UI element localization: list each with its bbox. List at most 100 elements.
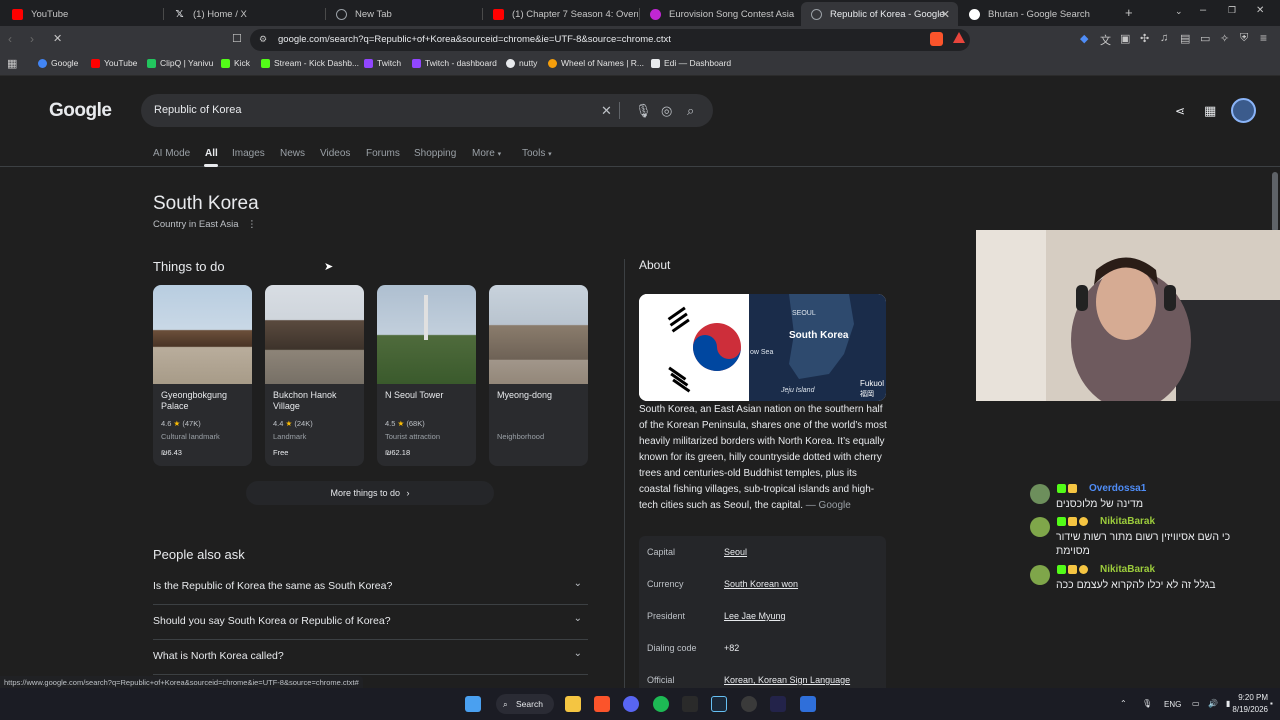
- ai-icon[interactable]: ✧: [1220, 32, 1229, 45]
- tab-news[interactable]: News: [280, 148, 305, 159]
- bookmark-edi-dashboard[interactable]: Edi — Dashboard: [651, 58, 731, 68]
- clear-icon[interactable]: ✕: [601, 103, 612, 119]
- network-icon[interactable]: ▭: [1192, 699, 1200, 708]
- share-icon[interactable]: ⋖: [1175, 104, 1185, 118]
- tab-all[interactable]: All: [205, 148, 218, 159]
- tab-youtube-chapter[interactable]: (1) Chapter 7 Season 4: Override | O: [483, 2, 638, 26]
- bookmark-google[interactable]: Google: [38, 58, 78, 68]
- close-tab-icon[interactable]: ✕: [941, 8, 950, 21]
- apps-icon[interactable]: ▦: [7, 57, 17, 70]
- google-logo[interactable]: Google: [49, 100, 112, 122]
- file-explorer-icon[interactable]: [565, 696, 581, 712]
- fact-value[interactable]: South Korean won: [724, 579, 798, 589]
- bookmark-icon[interactable]: ☐: [232, 32, 242, 45]
- more-things-to-do-button[interactable]: More things to do ›: [246, 481, 494, 505]
- forward-icon[interactable]: ›: [30, 32, 34, 46]
- tab-bhutan[interactable]: Bhutan - Google Search: [959, 2, 1119, 26]
- tab-republic-of-korea[interactable]: Republic of Korea - Google Sea ✕: [801, 2, 958, 26]
- translate-icon[interactable]: 文: [1100, 32, 1111, 48]
- address-bar[interactable]: ⚙ google.com/search?q=Republic+of+Korea&…: [250, 29, 970, 51]
- bookmark-kick[interactable]: Kick: [221, 58, 250, 68]
- more-options-icon[interactable]: ⋮: [247, 219, 257, 230]
- tab-search-icon[interactable]: ⌄: [1175, 6, 1183, 17]
- about-images[interactable]: South Korea SEOUL ow Sea Jeju Island Fuk…: [639, 294, 886, 401]
- taskbar-search[interactable]: ⌕ Search: [496, 694, 554, 714]
- tab-more[interactable]: More ▾: [472, 148, 501, 159]
- star-icon: ★: [397, 419, 405, 428]
- wallet-icon[interactable]: ▭: [1200, 32, 1210, 45]
- bookmark-nutty[interactable]: nutty: [506, 58, 537, 68]
- avatar[interactable]: [1231, 98, 1256, 123]
- sidebar-icon[interactable]: ▤: [1180, 32, 1190, 45]
- tab-tools[interactable]: Tools ▾: [522, 148, 552, 159]
- attraction-card[interactable]: Gyeongbokgung Palace 4.6 ★ (47K) Cultura…: [153, 285, 252, 466]
- bookmark-kick-dashboard[interactable]: Stream - Kick Dashb...: [261, 58, 359, 68]
- bookmark-twitch-dashboard[interactable]: Twitch - dashboard: [412, 58, 497, 68]
- search-icon[interactable]: ⌕: [687, 103, 694, 119]
- tab-images[interactable]: Images: [232, 148, 265, 159]
- restore-icon[interactable]: ❐: [1228, 5, 1236, 16]
- bookmark-youtube[interactable]: YouTube: [91, 58, 137, 68]
- tab-x[interactable]: 𝕏 (1) Home / X: [164, 2, 324, 26]
- review-count: (68K): [406, 419, 425, 428]
- extension-icon[interactable]: ▣: [1120, 32, 1130, 45]
- music-icon[interactable]: ♫: [1160, 32, 1168, 44]
- taskbar-search-label: Search: [516, 699, 543, 709]
- brave-rewards-icon[interactable]: [953, 32, 965, 43]
- search-input[interactable]: Republic of Korea: [154, 104, 241, 116]
- notification-icon[interactable]: ▪: [1270, 699, 1273, 708]
- new-tab-button[interactable]: +: [1125, 5, 1133, 20]
- chat-username: NikitaBarak: [1100, 564, 1156, 575]
- tray-chevron-icon[interactable]: ⌃: [1120, 699, 1127, 708]
- epic-games-icon[interactable]: [682, 696, 698, 712]
- vpn-icon[interactable]: ⛨: [1240, 32, 1248, 45]
- apps-grid-icon[interactable]: ▦: [1204, 103, 1216, 119]
- fact-value[interactable]: Lee Jae Myung: [724, 611, 786, 621]
- fact-value[interactable]: Korean, Korean Sign Language: [724, 675, 850, 685]
- minimize-icon[interactable]: –: [1200, 4, 1206, 16]
- windows-start-icon[interactable]: [465, 696, 481, 712]
- search-box[interactable]: Republic of Korea ✕ 🎙 ◎ ⌕: [141, 94, 713, 127]
- tab-videos[interactable]: Videos: [320, 148, 350, 159]
- paa-question[interactable]: Is the Republic of Korea the same as Sou…: [153, 570, 588, 605]
- attraction-card[interactable]: N Seoul Tower 4.5 ★ (68K) Tourist attrac…: [377, 285, 476, 466]
- close-window-icon[interactable]: ✕: [1256, 5, 1264, 16]
- clock-date[interactable]: 8/19/2026: [1228, 705, 1268, 714]
- tab-ai-mode[interactable]: AI Mode: [153, 148, 190, 159]
- site-info-icon[interactable]: ⚙: [259, 34, 267, 45]
- obs-icon[interactable]: [741, 696, 757, 712]
- brave-shields-icon[interactable]: [930, 32, 943, 46]
- lens-icon[interactable]: ◎: [661, 103, 672, 119]
- paa-question[interactable]: Should you say South Korea or Republic o…: [153, 605, 588, 640]
- tab-youtube[interactable]: YouTube: [2, 2, 162, 26]
- tab-eurovision[interactable]: Eurovision Song Contest Asia: [640, 2, 800, 26]
- fact-value[interactable]: Seoul: [724, 547, 747, 557]
- brave-icon[interactable]: [594, 696, 610, 712]
- back-icon[interactable]: ‹: [8, 32, 12, 46]
- tab-new-tab[interactable]: New Tab: [326, 2, 481, 26]
- puzzle-icon[interactable]: ✣: [1140, 32, 1149, 45]
- app-icon[interactable]: [800, 696, 816, 712]
- tab-shopping[interactable]: Shopping: [414, 148, 456, 159]
- mic-icon[interactable]: 🎙: [635, 103, 652, 119]
- volume-icon[interactable]: 🔊: [1208, 699, 1218, 708]
- menu-icon[interactable]: ≡: [1260, 31, 1267, 45]
- extension-icon[interactable]: ◆: [1080, 32, 1088, 45]
- mic-icon[interactable]: 🎙: [1142, 699, 1152, 708]
- bookmark-clipq[interactable]: ClipQ | Yanivu: [147, 58, 213, 68]
- language-indicator[interactable]: ENG: [1164, 700, 1181, 709]
- attraction-card[interactable]: Bukchon Hanok Village 4.4 ★ (24K) Landma…: [265, 285, 364, 466]
- discord-icon[interactable]: [623, 696, 639, 712]
- tab-forums[interactable]: Forums: [366, 148, 400, 159]
- clock-time[interactable]: 9:20 PM: [1238, 693, 1268, 702]
- steam-icon[interactable]: [711, 696, 727, 712]
- description-source: — Google: [805, 500, 851, 511]
- paa-question[interactable]: What is North Korea called? ⌄: [153, 640, 588, 675]
- attraction-card[interactable]: Myeong-dong Neighborhood: [489, 285, 588, 466]
- spotify-icon[interactable]: [653, 696, 669, 712]
- bookmark-wheel-of-names[interactable]: Wheel of Names | R...: [548, 58, 644, 68]
- app-icon[interactable]: [770, 696, 786, 712]
- bookmark-twitch[interactable]: Twitch: [364, 58, 401, 68]
- stop-loading-icon[interactable]: ✕: [53, 32, 62, 45]
- scrollbar-thumb[interactable]: [1272, 172, 1278, 232]
